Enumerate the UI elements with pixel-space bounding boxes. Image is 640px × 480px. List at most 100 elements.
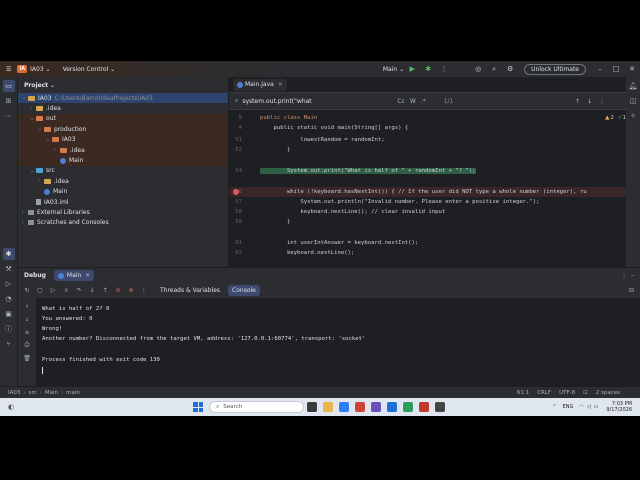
task-view-icon[interactable] [307,402,318,412]
chrome-icon[interactable] [355,402,366,412]
tree-item[interactable]: IA03.iml [18,197,228,207]
debug-tool-icon[interactable]: ✱ [2,248,15,260]
step-out-icon[interactable]: ↑ [100,285,110,295]
breadcrumb-project[interactable]: IA03 [8,390,20,396]
tree-item[interactable]: ⌄ IA03 [18,134,228,145]
mute-breakpoints-icon[interactable]: ⊗ [126,285,136,295]
tree-item[interactable]: › .idea [18,144,228,156]
more-tools-icon[interactable]: ⋯ [3,110,15,122]
more-icon[interactable]: ⋮ [438,63,450,75]
volume-icon[interactable]: ◁ [587,404,591,410]
close-icon[interactable]: ✕ [278,81,283,88]
file-encoding[interactable]: UTF-8 [559,390,575,396]
folder-icon[interactable]: ▭ [2,80,15,92]
console-input-line[interactable] [42,365,43,375]
store-icon[interactable] [387,402,398,412]
regex-toggle[interactable]: .* [421,98,426,105]
code-editor[interactable]: 9 public class Main 4 public static void… [229,111,640,281]
scroll-down-icon[interactable]: ↓ [22,314,32,324]
services-icon[interactable]: ◔ [3,293,15,305]
ai-icon[interactable]: ✧ [627,110,639,122]
step-over-icon[interactable]: ↷ [74,285,84,295]
edge-icon[interactable] [339,402,350,412]
app-icon[interactable] [435,402,446,412]
more-icon[interactable]: ⋮ – [621,272,634,279]
step-into-icon[interactable]: ↓ [87,285,97,295]
taskbar-search[interactable]: ⌕ Search [209,401,305,413]
tree-item[interactable]: ⌄ out [18,113,228,125]
stop-icon[interactable]: ▢ [35,285,45,295]
maximize-icon[interactable]: □ [610,63,622,75]
scroll-up-icon[interactable]: ↑ [22,301,32,311]
breadcrumb-src[interactable]: src [29,390,37,396]
intellij-icon[interactable] [371,402,382,412]
trash-icon[interactable]: 🗑︎ [22,353,32,363]
windows-start-icon[interactable] [193,402,204,412]
run-config-select[interactable]: Main ⌄ [383,66,404,73]
view-breakpoints-icon[interactable]: ⊘ [113,285,123,295]
terminal-icon[interactable]: ▣ [3,308,15,320]
run-icon[interactable]: ▶ [406,63,418,75]
close-icon[interactable]: ✕ [85,272,90,279]
battery-icon[interactable]: ▭ [594,404,599,410]
git-icon[interactable]: ⑂ [3,338,15,350]
console-output[interactable]: ↑ ↓ ≡ ⎙ 🗑︎ What is half of 2? 0 You answ… [18,298,640,387]
clock[interactable]: 7:03 PM 9/17/2026 [606,401,632,413]
unlock-ultimate-button[interactable]: Unlock Ultimate [524,63,586,75]
close-icon[interactable]: ✕ [626,63,638,75]
next-match-icon[interactable]: ↓ [587,98,592,105]
settings-icon[interactable]: ⚙ [504,63,516,75]
match-case-toggle[interactable]: Cc [397,98,405,105]
vcs-menu[interactable]: Version Control ⌄ [63,66,116,73]
filter-icon[interactable]: ⋮ [599,98,605,105]
tree-item[interactable]: › External Libraries [18,207,228,217]
widgets-icon[interactable]: ◐ [8,403,14,411]
find-input[interactable]: system.out.print("what [242,96,392,107]
rerun-icon[interactable]: ↻ [22,285,32,295]
more-icon[interactable]: ⋮ [139,285,149,295]
debug-session-tab[interactable]: Main ✕ [53,270,95,281]
print-icon[interactable]: ⎙ [22,340,32,350]
build-icon[interactable]: ⚒ [3,263,15,275]
main-menu-button[interactable]: ☰ [6,66,11,73]
tab-threads-variables[interactable]: Threads & Variables [156,285,224,296]
breadcrumb-class[interactable]: Main [45,390,58,396]
problems-icon[interactable]: ⓘ [3,323,15,335]
tab-console[interactable]: Console [228,284,260,296]
file-explorer-icon[interactable] [323,402,334,412]
minimize-icon[interactable]: – [594,63,606,75]
tree-item[interactable]: Main [18,155,228,166]
tab-main-java[interactable]: Main.java ✕ [233,78,287,91]
tree-item[interactable]: Main [18,187,228,197]
breadcrumb-method[interactable]: main [66,390,80,396]
notifications-icon[interactable]: 🔔︎ [627,80,639,92]
language-indicator[interactable]: ENG [563,404,574,410]
lock-icon[interactable]: ⊡ [583,390,588,396]
soft-wrap-icon[interactable]: ≡ [22,327,32,337]
indent-setting[interactable]: 2 spaces [596,390,620,396]
tree-item[interactable]: › Scratches and Consoles [18,218,228,228]
breakpoint-icon[interactable] [233,189,239,195]
app-icon[interactable] [419,402,430,412]
search-icon[interactable]: ⌕ [488,63,500,75]
project-panel-header[interactable]: Project ⌄ [18,77,228,93]
wifi-icon[interactable]: ◠ [579,404,583,410]
database-icon[interactable]: ◫ [627,95,639,107]
resume-icon[interactable]: ▷ [48,285,58,295]
project-switcher[interactable]: IA IA03 ⌄ [17,65,51,73]
caret-position[interactable]: 61:1 [517,390,529,396]
ai-assistant-icon[interactable]: ◎ [472,63,484,75]
chevron-up-icon[interactable]: ⌃ [552,404,556,410]
tree-item[interactable]: › .idea [18,176,228,186]
whole-word-toggle[interactable]: W [410,98,416,105]
app-icon[interactable] [403,402,414,412]
tree-item[interactable]: ⌄ production [18,124,228,135]
pause-icon[interactable]: ॥ [61,285,71,295]
run-tool-icon[interactable]: ▷ [3,278,15,290]
structure-icon[interactable]: ⊞ [3,95,15,107]
layout-icon[interactable]: ⊟ [629,287,634,294]
line-separator[interactable]: CRLF [537,390,551,396]
tree-item[interactable]: › .idea [18,103,228,113]
tree-item-root[interactable]: ⌄ IA03 C:\Users\Barco\IdeaProjects\IA03 [18,93,228,104]
debug-icon[interactable]: ✱ [422,63,434,75]
